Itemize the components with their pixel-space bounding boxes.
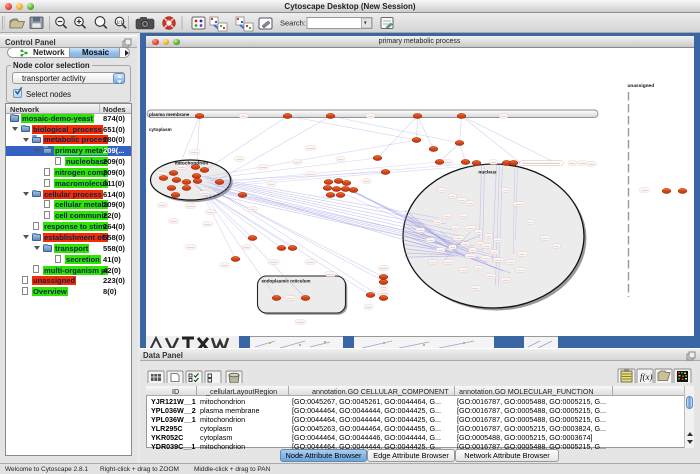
- svg-text:plasma membrane: plasma membrane: [149, 112, 190, 117]
- svg-text:cytoplasm: cytoplasm: [149, 127, 172, 132]
- svg-text:nucleus: nucleus: [478, 170, 496, 176]
- svg-text:1:1: 1:1: [117, 20, 124, 25]
- svg-text:unassigned: unassigned: [627, 83, 654, 89]
- svg-text:endoplasmic reticulum: endoplasmic reticulum: [261, 279, 310, 284]
- svg-text:Search:: Search:: [280, 19, 306, 28]
- svg-text:f(x): f(x): [640, 372, 653, 382]
